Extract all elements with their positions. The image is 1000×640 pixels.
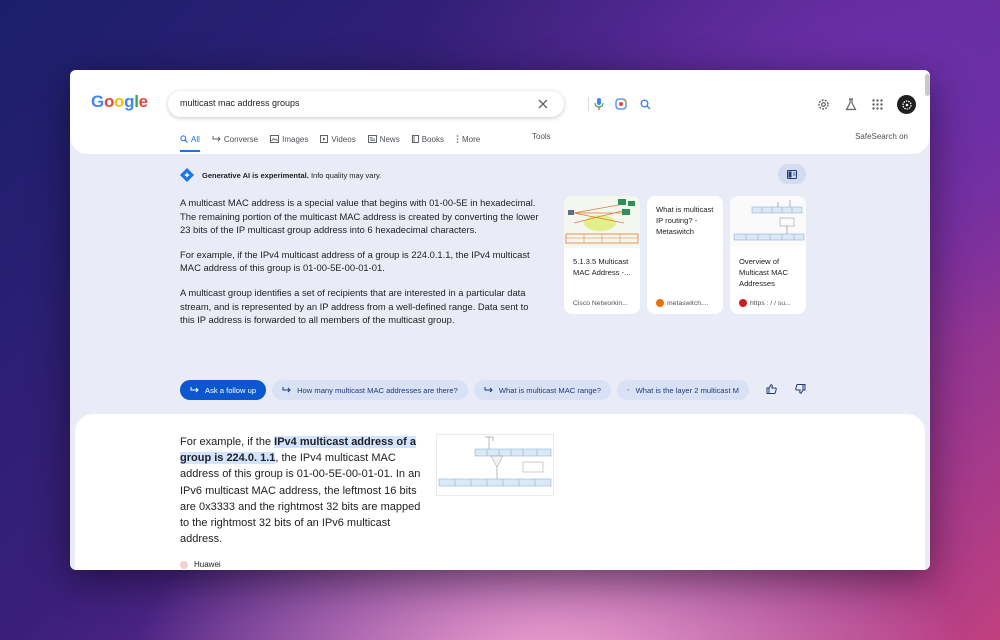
- google-logo[interactable]: Google: [91, 92, 148, 112]
- ai-overview-text: A multicast MAC address is a special val…: [180, 196, 545, 338]
- source-site-label: Cisco Networkin...: [573, 300, 628, 307]
- snippet-source-label: Huawei: [194, 560, 221, 569]
- news-icon: [367, 135, 377, 143]
- ai-disclaimer-bold: Generative AI is experimental.: [202, 170, 309, 180]
- source-site: Cisco Networkin...: [573, 300, 628, 307]
- source-site: metaswitch....: [656, 299, 709, 307]
- chip-label: How many multicast MAC addresses are the…: [297, 385, 458, 395]
- thumbs-up-icon[interactable]: [766, 384, 777, 394]
- reply-arrow-icon: [190, 387, 199, 393]
- suggestion-chip[interactable]: What is the layer 2 multicast M: [617, 380, 750, 400]
- suggestion-chip[interactable]: What is multicast MAC range?: [473, 380, 612, 400]
- play-icon: [320, 135, 329, 143]
- huawei-favicon: [180, 560, 188, 569]
- source-site-label: metaswitch....: [667, 299, 709, 307]
- browser-window: Google multicast mac address groups All …: [70, 70, 930, 570]
- tab-books[interactable]: Books: [411, 132, 444, 146]
- reply-arrow-icon: [212, 136, 221, 142]
- suggestion-chip[interactable]: How many multicast MAC addresses are the…: [272, 380, 468, 400]
- logo-letter: G: [91, 92, 104, 111]
- chip-label: Ask a follow up: [205, 385, 257, 395]
- microphone-icon[interactable]: [592, 97, 606, 111]
- tab-converse[interactable]: Converse: [212, 132, 258, 146]
- tab-label: Videos: [331, 134, 356, 144]
- settings-gear-icon[interactable]: [816, 97, 831, 112]
- snippet-diagram-image[interactable]: [436, 434, 554, 496]
- snippet-source[interactable]: Huawei: [180, 560, 221, 569]
- mac-diagram-thumbnail: [730, 196, 806, 246]
- ai-paragraph: A multicast group identifies a set of re…: [180, 286, 529, 326]
- source-card[interactable]: What is multicast IP routing? - Metaswit…: [647, 196, 723, 314]
- search-icon: [180, 135, 188, 143]
- ai-overview-header: Generative AI is experimental. Info qual…: [180, 168, 381, 182]
- tab-label: Converse: [223, 134, 259, 144]
- account-avatar[interactable]: [897, 95, 916, 114]
- network-diagram-thumbnail: [564, 196, 640, 248]
- featured-snippet: For example, if the IPv4 multicast addre…: [75, 414, 925, 570]
- chip-label: What is the layer 2 multicast M: [635, 385, 740, 395]
- layout-toggle-button[interactable]: [778, 164, 806, 184]
- source-title: Overview of Multicast MAC Addresses: [739, 257, 788, 288]
- reply-arrow-icon: [627, 389, 630, 391]
- source-site-label: https : / / su...: [750, 299, 791, 307]
- source-site: https : / / su...: [739, 299, 791, 307]
- follow-up-chips: Ask a follow up How many multicast MAC a…: [180, 380, 750, 400]
- tab-more[interactable]: More: [456, 132, 480, 146]
- thumbs-down-icon[interactable]: [795, 384, 806, 394]
- source-title: What is multicast IP routing? - Metaswit…: [656, 205, 714, 236]
- safesearch-link[interactable]: SafeSearch on: [855, 132, 908, 141]
- search-tabs: All Converse Images Videos News Books Mo…: [180, 132, 480, 152]
- lens-icon[interactable]: [614, 97, 628, 111]
- labs-flask-icon[interactable]: [843, 97, 858, 112]
- more-vert-icon: [456, 135, 459, 143]
- header-actions: [816, 95, 916, 114]
- ai-disclaimer-rest: Info quality may vary.: [308, 170, 382, 180]
- chip-label: What is multicast MAC range?: [498, 385, 602, 395]
- search-divider: [588, 97, 589, 111]
- tab-videos[interactable]: Videos: [320, 132, 356, 146]
- tools-button[interactable]: Tools: [532, 132, 551, 141]
- tab-label: More: [461, 134, 481, 144]
- mac-mapping-diagram: [437, 435, 553, 495]
- huawei-favicon: [739, 299, 747, 307]
- header: Google multicast mac address groups All …: [70, 70, 930, 154]
- search-input[interactable]: multicast mac address groups: [180, 98, 300, 108]
- tab-label: Images: [282, 134, 309, 144]
- image-icon: [270, 135, 280, 143]
- logo-letter: o: [114, 92, 125, 111]
- ai-paragraph: A multicast MAC address is a special val…: [180, 197, 539, 236]
- feedback-buttons: [766, 384, 806, 394]
- layout-icon: [787, 169, 797, 179]
- scrollbar[interactable]: [925, 74, 930, 96]
- logo-letter: g: [124, 92, 135, 111]
- logo-letter: e: [138, 92, 148, 111]
- tab-label: Books: [421, 134, 444, 144]
- logo-letter: o: [103, 92, 115, 111]
- search-box[interactable]: multicast mac address groups: [168, 91, 651, 117]
- source-card[interactable]: Overview of Multicast MAC Addresses http…: [730, 196, 806, 314]
- gemini-sparkle-icon: [180, 168, 194, 182]
- metaswitch-favicon: [656, 299, 664, 307]
- book-icon: [411, 135, 419, 143]
- ai-disclaimer: Generative AI is experimental. Info qual…: [202, 171, 381, 180]
- apps-grid-icon[interactable]: [870, 97, 885, 112]
- ai-paragraph: For example, if the IPv4 multicast addre…: [180, 248, 530, 274]
- snippet-after: , the IPv4 multicast MAC address of this…: [180, 452, 421, 546]
- source-title: 5.1.3.5 Multicast MAC Address -...: [573, 257, 631, 277]
- snippet-text: For example, if the IPv4 multicast addre…: [180, 434, 428, 547]
- tab-images[interactable]: Images: [270, 132, 308, 146]
- tab-news[interactable]: News: [367, 132, 400, 146]
- ask-follow-up-button[interactable]: Ask a follow up: [180, 380, 267, 400]
- snippet-before: For example, if the: [180, 436, 275, 448]
- reply-arrow-icon: [484, 387, 493, 393]
- tab-label: All: [191, 134, 200, 144]
- tab-all[interactable]: All: [180, 132, 200, 152]
- source-card[interactable]: 5.1.3.5 Multicast MAC Address -... Cisco…: [564, 196, 640, 314]
- search-icon[interactable]: [638, 97, 652, 111]
- reply-arrow-icon: [282, 387, 291, 393]
- tab-label: News: [379, 134, 400, 144]
- clear-icon[interactable]: [536, 97, 550, 111]
